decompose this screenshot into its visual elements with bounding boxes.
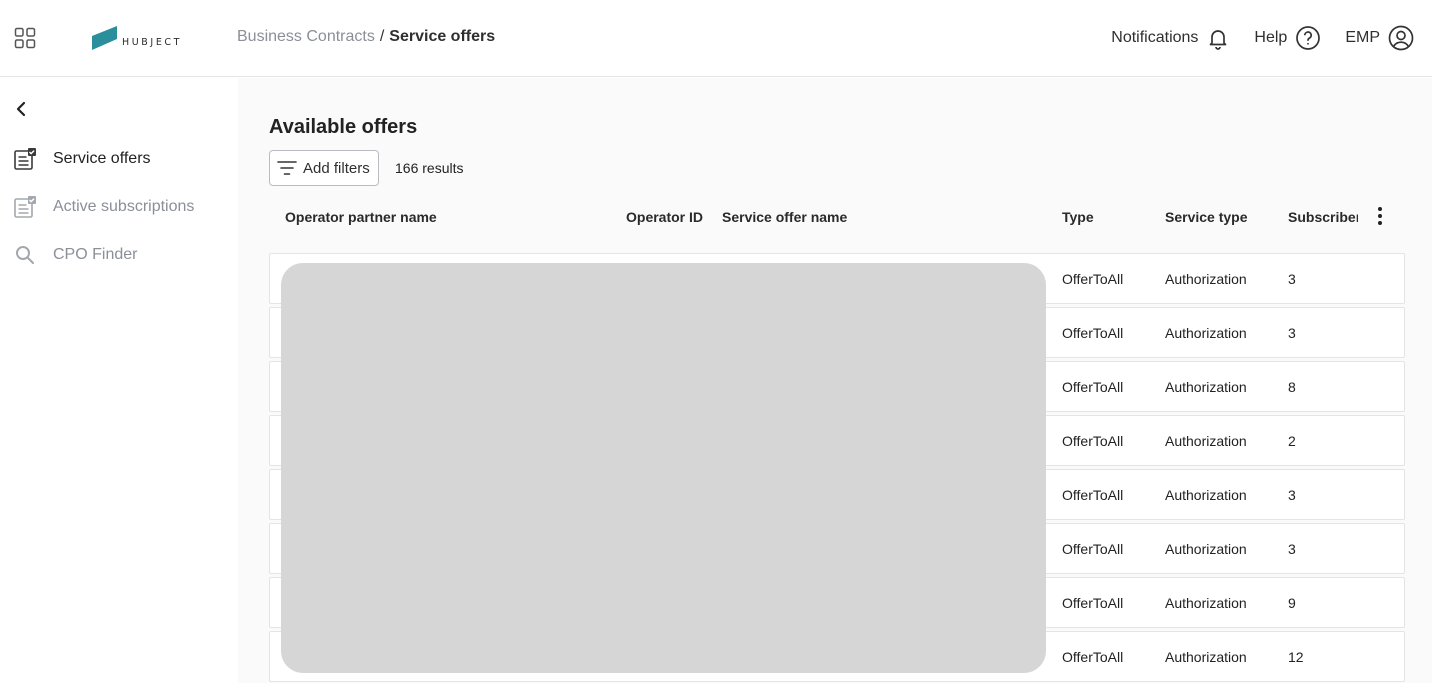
cell-subscribers: 9 — [1288, 595, 1296, 611]
top-bar: HUBJECT Business Contracts / Service off… — [0, 0, 1432, 77]
logo-mark-icon — [92, 26, 117, 50]
column-header-operator-id[interactable]: Operator ID — [626, 209, 703, 225]
cell-subscribers: 3 — [1288, 487, 1296, 503]
help-label: Help — [1254, 29, 1288, 46]
breadcrumb-business-contracts[interactable]: Business Contracts — [237, 28, 375, 46]
result-count: 166 results — [395, 160, 464, 176]
search-icon — [12, 242, 38, 268]
column-header-operator-partner-name[interactable]: Operator partner name — [285, 209, 437, 225]
cell-subscribers: 3 — [1288, 271, 1296, 287]
cell-service-type: Authorization — [1165, 379, 1247, 395]
breadcrumb-separator: / — [379, 28, 385, 45]
apps-grid-icon[interactable] — [14, 27, 36, 49]
redacted-area — [281, 263, 1046, 673]
sidebar-item-label: Service offers — [53, 150, 151, 167]
sidebar-item-label: Active subscriptions — [53, 198, 195, 215]
sidebar: Service offers Active subscriptions CPO … — [0, 78, 238, 683]
hubject-logo[interactable]: HUBJECT — [92, 26, 182, 50]
cell-type: OfferToAll — [1062, 649, 1124, 665]
notifications-button[interactable]: Notifications — [1111, 26, 1230, 50]
cell-subscribers: 8 — [1288, 379, 1296, 395]
cell-service-type: Authorization — [1165, 433, 1247, 449]
bell-icon — [1210, 30, 1227, 50]
cell-subscribers: 12 — [1288, 649, 1304, 665]
cell-type: OfferToAll — [1062, 595, 1124, 611]
column-header-service-type[interactable]: Service type — [1165, 209, 1248, 225]
breadcrumb: Business Contracts / Service offers — [237, 28, 495, 46]
sidebar-item-service-offers[interactable]: Service offers — [12, 145, 151, 173]
more-options-icon[interactable] — [1370, 205, 1390, 227]
cell-subscribers: 2 — [1288, 433, 1296, 449]
cell-service-type: Authorization — [1165, 325, 1247, 341]
sidebar-item-cpo-finder[interactable]: CPO Finder — [12, 241, 137, 269]
notifications-label: Notifications — [1111, 29, 1199, 46]
column-header-type[interactable]: Type — [1062, 209, 1094, 225]
sidebar-item-label: CPO Finder — [53, 246, 138, 263]
page-title: Available offers — [269, 116, 418, 138]
sidebar-item-active-subscriptions[interactable]: Active subscriptions — [12, 193, 194, 221]
cell-type: OfferToAll — [1062, 325, 1124, 341]
cell-type: OfferToAll — [1062, 541, 1124, 557]
add-filters-button[interactable]: Add filters — [269, 150, 379, 186]
cell-type: OfferToAll — [1062, 433, 1124, 449]
user-circle-icon — [1388, 25, 1414, 51]
cell-service-type: Authorization — [1165, 271, 1247, 287]
column-header-service-offer-name[interactable]: Service offer name — [722, 209, 847, 225]
user-menu-button[interactable]: EMP — [1345, 25, 1414, 51]
collapse-sidebar-icon[interactable] — [12, 100, 30, 118]
cell-service-type: Authorization — [1165, 541, 1247, 557]
cell-subscribers: 3 — [1288, 325, 1296, 341]
help-circle-icon — [1296, 26, 1321, 50]
cell-subscribers: 3 — [1288, 541, 1296, 557]
column-header-subscribers[interactable]: Subscribers — [1288, 209, 1358, 225]
cell-service-type: Authorization — [1165, 595, 1247, 611]
service-offers-icon — [12, 146, 38, 172]
main-content: Available offers Add filters 166 results… — [238, 78, 1432, 683]
header-actions: Notifications Help EMP — [1087, 22, 1414, 54]
cell-service-type: Authorization — [1165, 649, 1247, 665]
cell-type: OfferToAll — [1062, 271, 1124, 287]
help-button[interactable]: Help — [1254, 25, 1321, 51]
cell-service-type: Authorization — [1165, 487, 1247, 503]
cell-type: OfferToAll — [1062, 379, 1124, 395]
user-label: EMP — [1345, 29, 1380, 46]
subscriptions-icon — [12, 194, 38, 220]
breadcrumb-current-page: Service offers — [389, 28, 496, 45]
logo-text: HUBJECT — [122, 37, 183, 48]
filter-icon — [277, 161, 297, 175]
cell-type: OfferToAll — [1062, 487, 1124, 503]
add-filters-label: Add filters — [303, 159, 370, 177]
